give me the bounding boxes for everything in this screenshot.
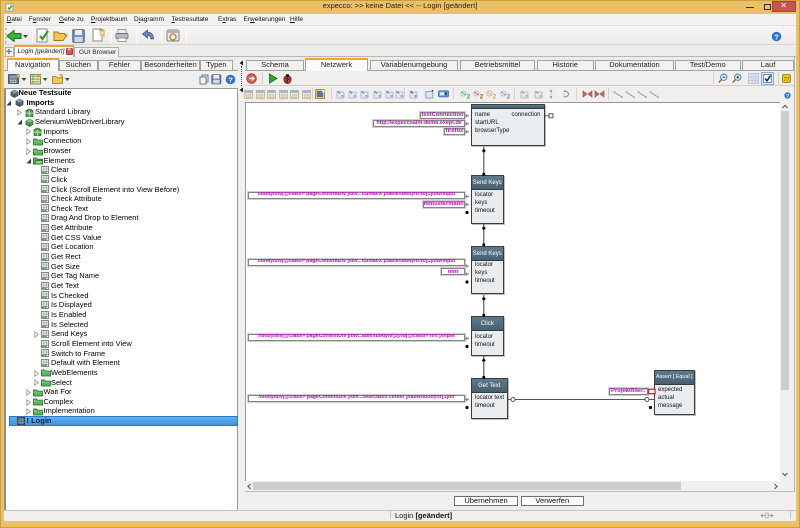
svg-text:2: 2 [493, 94, 496, 99]
svg-text:2: 2 [466, 94, 469, 99]
svg-text:?: ? [228, 75, 233, 84]
svg-text:2: 2 [507, 94, 510, 99]
svg-text:77: 77 [783, 76, 789, 82]
svg-text:?: ? [786, 93, 789, 98]
svg-text:?: ? [774, 32, 779, 41]
svg-text:2: 2 [479, 94, 482, 99]
